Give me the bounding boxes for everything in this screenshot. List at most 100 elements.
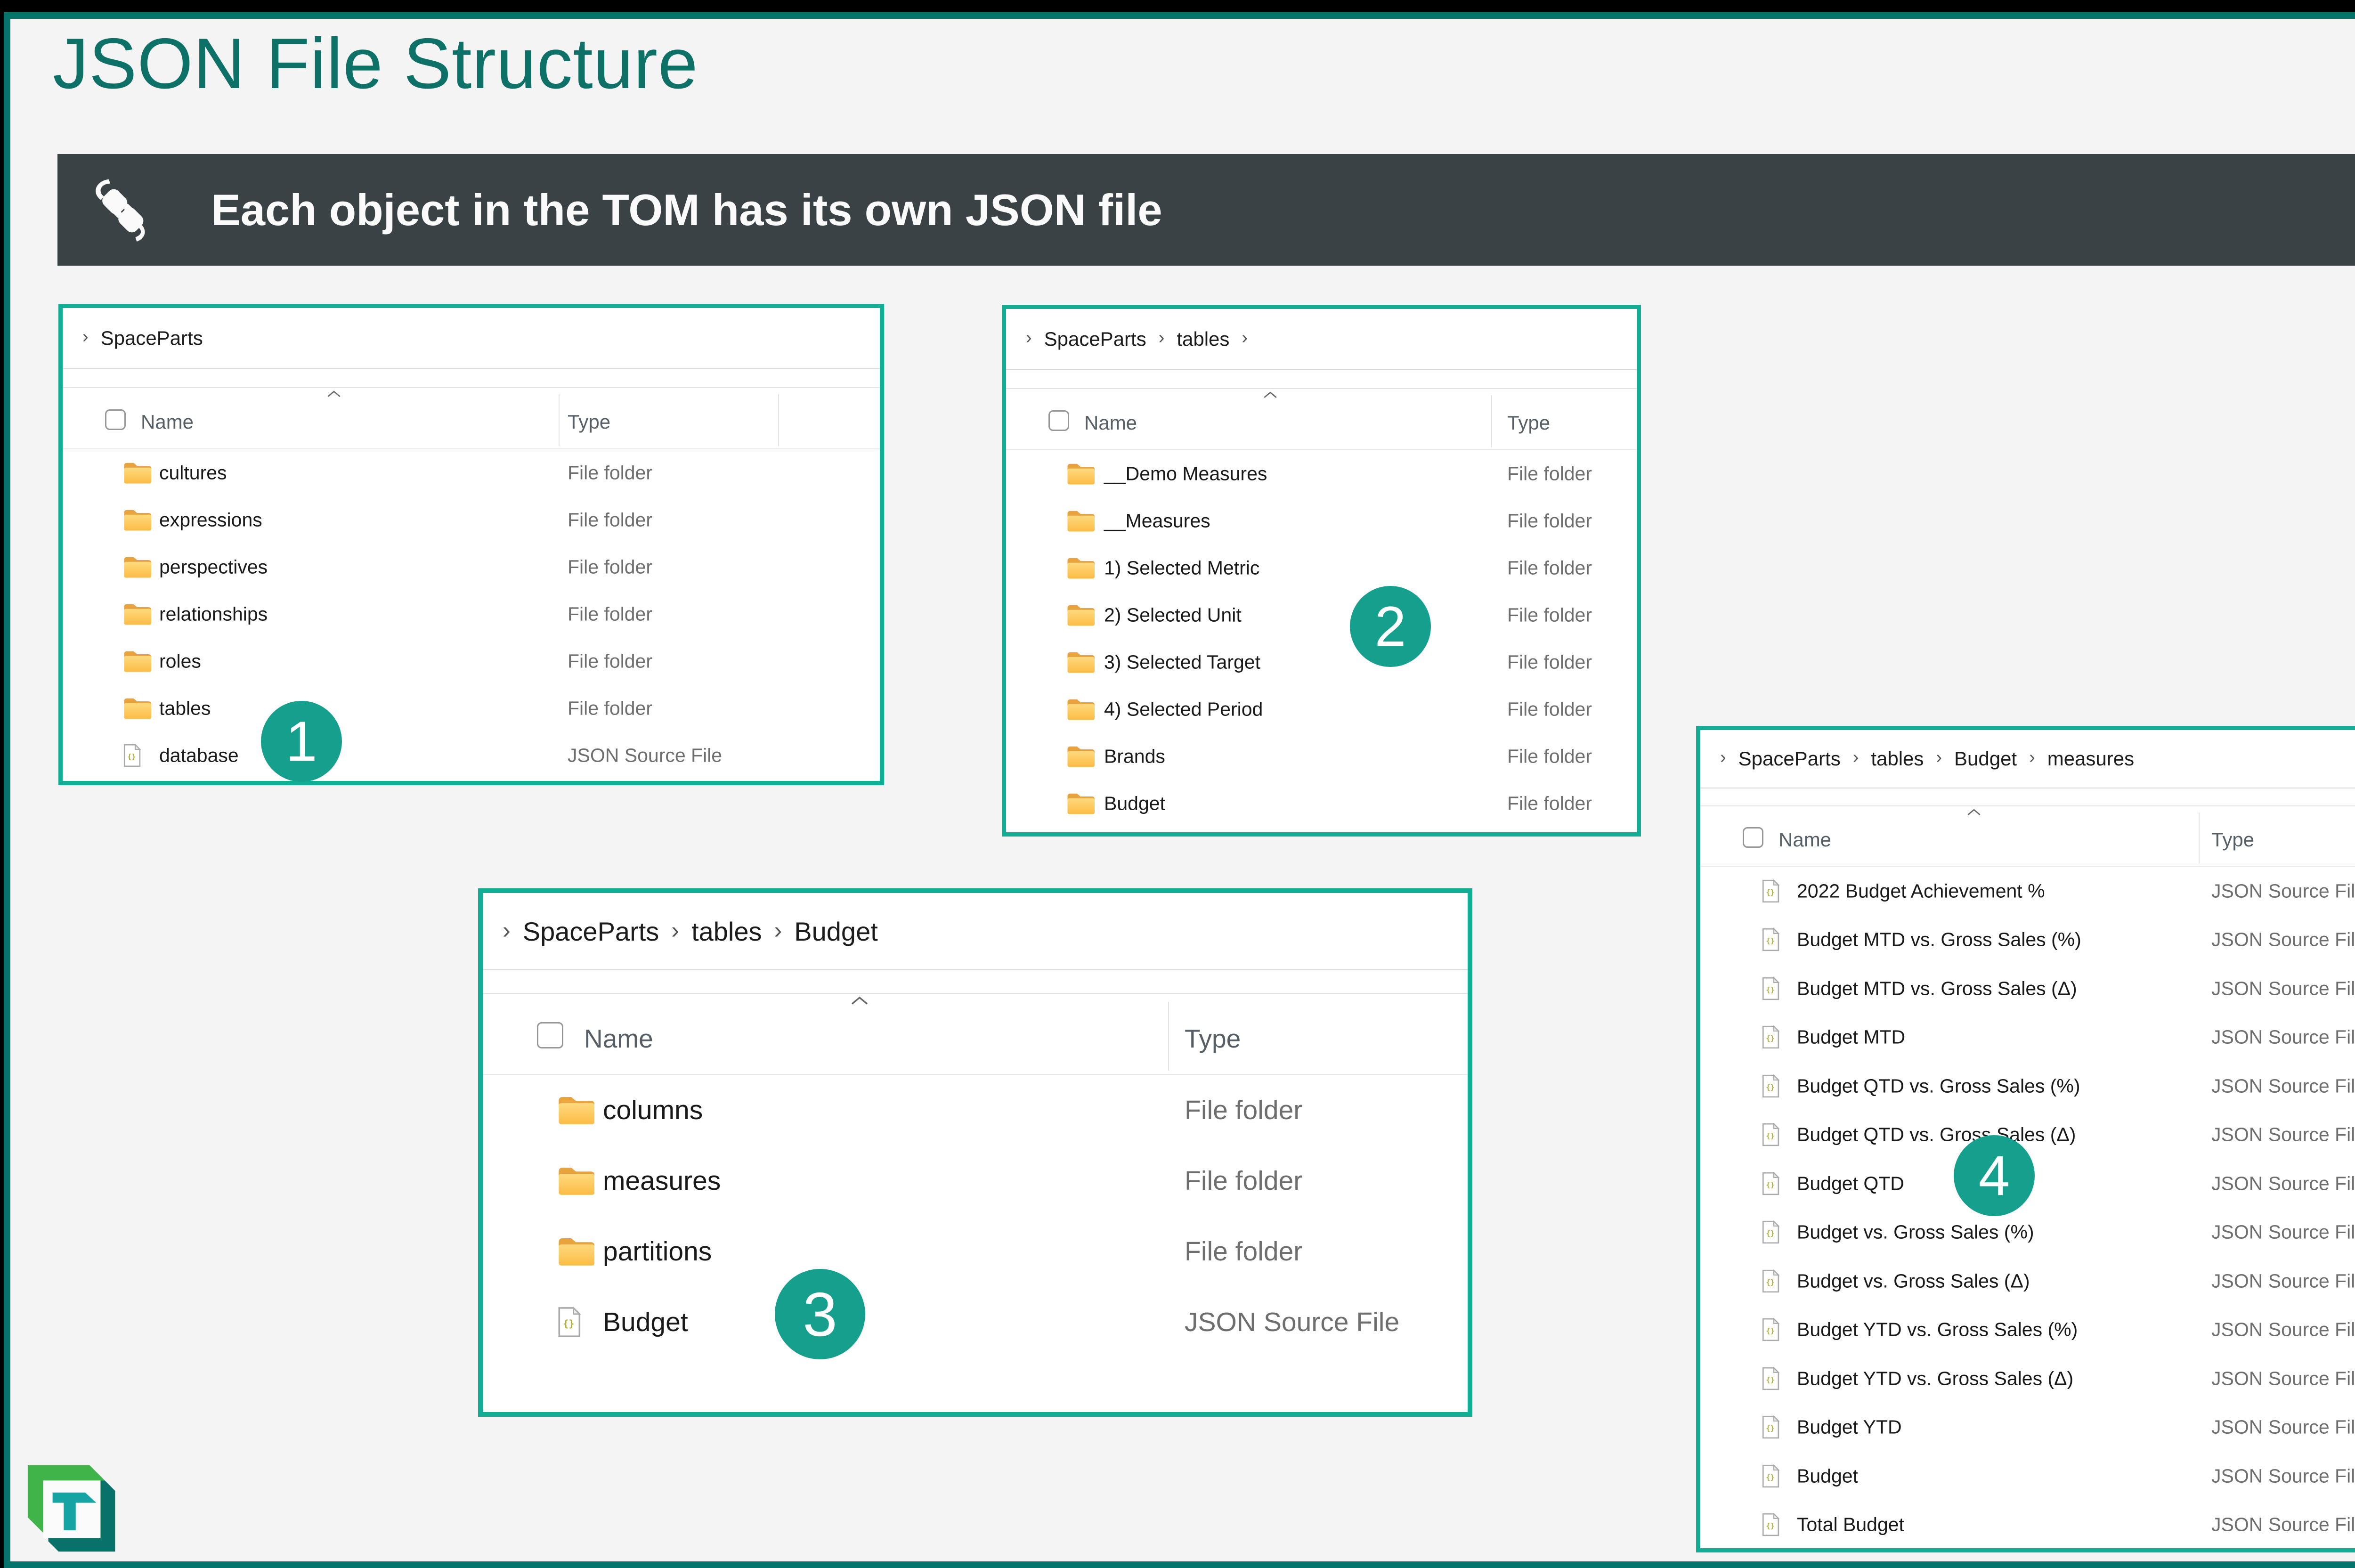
file-name: __Measures bbox=[1104, 510, 1210, 532]
column-header-type[interactable]: Type bbox=[568, 411, 610, 433]
breadcrumb-item[interactable]: Budget bbox=[794, 916, 878, 947]
sort-ascending-icon bbox=[850, 996, 869, 1006]
column-header-type[interactable]: Type bbox=[1507, 412, 1550, 434]
toolbar-strip bbox=[483, 970, 1468, 994]
column-header-name[interactable]: Name bbox=[141, 411, 194, 433]
file-row[interactable]: columns File folder bbox=[483, 1075, 1468, 1146]
file-row[interactable]: 3) Selected Target File folder bbox=[1006, 639, 1637, 686]
file-row[interactable]: {} Budget YTD vs. Gross Sales (Δ) JSON Sou… bbox=[1700, 1354, 2355, 1403]
file-row[interactable]: perspectives File folder bbox=[63, 544, 880, 591]
column-divider[interactable] bbox=[778, 394, 779, 446]
file-name: Budget QTD vs. Gross Sales (Δ) bbox=[1797, 1123, 2076, 1146]
breadcrumb-item[interactable]: SpaceParts bbox=[523, 916, 659, 947]
file-row[interactable]: measures File folder bbox=[483, 1146, 1468, 1216]
file-row[interactable]: partitions File folder bbox=[483, 1216, 1468, 1287]
file-row[interactable]: {} database JSON Source File bbox=[63, 732, 880, 779]
file-type: JSON Source File bbox=[2211, 1270, 2355, 1292]
file-row[interactable]: {} 2022 Budget Achievement % JSON Source F… bbox=[1700, 867, 2355, 916]
column-divider[interactable] bbox=[559, 394, 560, 446]
file-row[interactable]: 1) Selected Metric File folder bbox=[1006, 544, 1637, 592]
breadcrumb-item[interactable]: tables bbox=[1871, 747, 1924, 770]
file-row[interactable]: {} Total Budget JSON Source File bbox=[1700, 1501, 2355, 1549]
svg-text:{}: {} bbox=[1766, 1132, 1774, 1140]
file-row[interactable]: tables File folder bbox=[63, 685, 880, 732]
file-row[interactable]: {} Budget QTD vs. Gross Sales (%) JSON Sou… bbox=[1700, 1062, 2355, 1111]
folder-icon bbox=[123, 461, 151, 485]
file-type: File folder bbox=[1507, 651, 1592, 673]
column-header-name[interactable]: Name bbox=[1084, 412, 1137, 434]
json-file-icon: {} bbox=[1762, 1318, 1780, 1341]
file-type: File folder bbox=[1507, 698, 1592, 720]
file-name: 4) Selected Period bbox=[1104, 698, 1263, 720]
breadcrumb-item[interactable]: tables bbox=[1177, 328, 1229, 350]
breadcrumb-item[interactable]: measures bbox=[2047, 747, 2134, 770]
breadcrumb-item[interactable]: SpaceParts bbox=[101, 327, 203, 349]
toolbar-strip bbox=[63, 369, 880, 388]
file-name: cultures bbox=[159, 462, 227, 484]
breadcrumb-item[interactable]: Budget bbox=[1954, 747, 2017, 770]
file-name: 2022 Budget Achievement % bbox=[1797, 880, 2045, 902]
select-all-checkbox[interactable] bbox=[537, 1022, 563, 1049]
file-row[interactable]: {} Budget JSON Source File bbox=[1700, 1452, 2355, 1501]
file-type: File folder bbox=[568, 462, 653, 484]
folder-icon bbox=[123, 555, 151, 579]
file-row[interactable]: {} Budget YTD vs. Gross Sales (%) JSON Sou… bbox=[1700, 1306, 2355, 1355]
column-divider[interactable] bbox=[1491, 395, 1492, 447]
folder-icon bbox=[1066, 556, 1095, 580]
column-divider[interactable] bbox=[2199, 812, 2200, 863]
file-type: File folder bbox=[568, 509, 653, 531]
page-title: JSON File Structure bbox=[53, 24, 698, 104]
breadcrumb-item[interactable]: SpaceParts bbox=[1044, 328, 1146, 350]
explorer-window-tables: › SpaceParts › tables › Name Type __Demo Mea… bbox=[1002, 305, 1641, 837]
file-name: Budget QTD vs. Gross Sales (%) bbox=[1797, 1075, 2080, 1097]
file-row[interactable]: {} Budget MTD JSON Source File bbox=[1700, 1013, 2355, 1062]
file-row[interactable]: {} Budget MTD vs. Gross Sales (Δ) JSON Sou… bbox=[1700, 964, 2355, 1013]
svg-text:{}: {} bbox=[1766, 1522, 1774, 1530]
file-name: Budget bbox=[1797, 1465, 1858, 1487]
file-row[interactable]: 4) Selected Period File folder bbox=[1006, 686, 1637, 733]
file-list: __Demo Measures File folder __Measures File… bbox=[1006, 450, 1637, 827]
file-row[interactable]: Brands File folder bbox=[1006, 733, 1637, 780]
file-type: JSON Source File bbox=[2211, 1367, 2355, 1389]
file-type: File folder bbox=[568, 697, 653, 719]
select-all-checkbox[interactable] bbox=[1048, 410, 1069, 431]
file-name: Budget QTD bbox=[1797, 1172, 1904, 1194]
file-name: columns bbox=[603, 1095, 703, 1125]
file-row[interactable]: expressions File folder bbox=[63, 496, 880, 544]
file-row[interactable]: {} Budget vs. Gross Sales (Δ) JSON Source … bbox=[1700, 1257, 2355, 1306]
file-type: File folder bbox=[1507, 463, 1592, 485]
file-row[interactable]: 2) Selected Unit File folder bbox=[1006, 592, 1637, 639]
column-header-type[interactable]: Type bbox=[1185, 1024, 1241, 1054]
select-all-checkbox[interactable] bbox=[105, 409, 126, 430]
column-header-name[interactable]: Name bbox=[1778, 829, 1831, 851]
file-type: JSON Source File bbox=[2211, 1123, 2355, 1146]
file-name: tables bbox=[159, 697, 211, 719]
json-file-icon: {} bbox=[123, 744, 141, 767]
folder-icon bbox=[1066, 509, 1095, 533]
file-row[interactable]: cultures File folder bbox=[63, 449, 880, 496]
file-name: Budget MTD bbox=[1797, 1026, 1906, 1048]
file-row[interactable]: roles File folder bbox=[63, 638, 880, 685]
column-header-name[interactable]: Name bbox=[584, 1024, 653, 1054]
column-divider[interactable] bbox=[1168, 1002, 1169, 1071]
breadcrumb-item[interactable]: SpaceParts bbox=[1738, 747, 1841, 770]
json-file-icon: {} bbox=[1762, 1513, 1780, 1536]
svg-text:{}: {} bbox=[1766, 1180, 1774, 1189]
json-file-icon: {} bbox=[1762, 1269, 1780, 1293]
select-all-checkbox[interactable] bbox=[1743, 827, 1763, 848]
file-row[interactable]: {} Budget YTD JSON Source File bbox=[1700, 1403, 2355, 1452]
file-row[interactable]: {} Budget vs. Gross Sales (%) JSON Source … bbox=[1700, 1208, 2355, 1257]
file-row[interactable]: Budget File folder bbox=[1006, 780, 1637, 827]
file-row[interactable]: {} Budget JSON Source File bbox=[483, 1287, 1468, 1357]
file-row[interactable]: {} Budget QTD vs. Gross Sales (Δ) JSON Sou… bbox=[1700, 1111, 2355, 1160]
file-type: JSON Source File bbox=[568, 744, 723, 766]
breadcrumb-item[interactable]: tables bbox=[691, 916, 762, 947]
file-row[interactable]: __Demo Measures File folder bbox=[1006, 450, 1637, 497]
file-row[interactable]: {} Budget MTD vs. Gross Sales (%) JSON Sou… bbox=[1700, 916, 2355, 965]
file-row[interactable]: __Measures File folder bbox=[1006, 497, 1637, 544]
callout-banner: Each object in the TOM has its own JSON … bbox=[57, 154, 2355, 266]
file-name: database bbox=[159, 744, 239, 766]
file-row[interactable]: relationships File folder bbox=[63, 591, 880, 638]
column-header-type[interactable]: Type bbox=[2211, 829, 2254, 851]
file-type: JSON Source File bbox=[2211, 1318, 2355, 1341]
